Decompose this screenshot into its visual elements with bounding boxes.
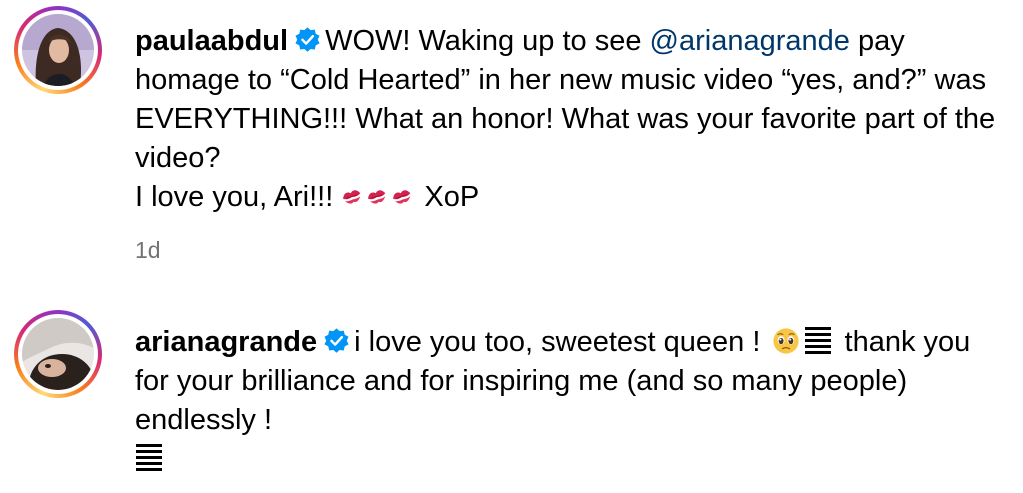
avatar-arianagrande-image	[22, 318, 94, 390]
timestamp[interactable]: 1d	[135, 237, 161, 264]
avatar[interactable]	[22, 14, 94, 86]
comment-body: arianagrande i love you too, sweetest que…	[135, 323, 1005, 479]
avatar-border	[18, 10, 98, 90]
verified-badge-icon	[295, 27, 320, 52]
username[interactable]: paulaabdul	[135, 25, 288, 57]
comment-text: XoP	[416, 181, 480, 213]
comment-body: paulaabdul WOW! Waking up to see @arianag…	[135, 22, 1005, 217]
comment-text: WOW! Waking up to see	[325, 25, 650, 57]
kiss-mark-icon	[343, 190, 361, 204]
unsupported-glyph-icon	[805, 327, 832, 354]
kiss-mark-icon	[393, 190, 411, 204]
story-ring[interactable]	[14, 6, 102, 94]
kiss-mark-icon	[368, 190, 386, 204]
avatar-border	[18, 314, 98, 394]
avatar[interactable]	[22, 318, 94, 390]
verified-badge-icon	[324, 328, 349, 353]
comment-text: i love you too, sweetest queen !	[354, 326, 769, 358]
comment-text: I love you, Ari!!!	[135, 181, 342, 213]
mention-link[interactable]: @arianagrande	[650, 25, 850, 57]
username[interactable]: arianagrande	[135, 326, 317, 358]
unsupported-glyph-icon	[136, 444, 162, 471]
pleading-face-icon	[773, 328, 800, 354]
avatar-paulaabdul-image	[22, 14, 94, 86]
story-ring[interactable]	[14, 310, 102, 398]
